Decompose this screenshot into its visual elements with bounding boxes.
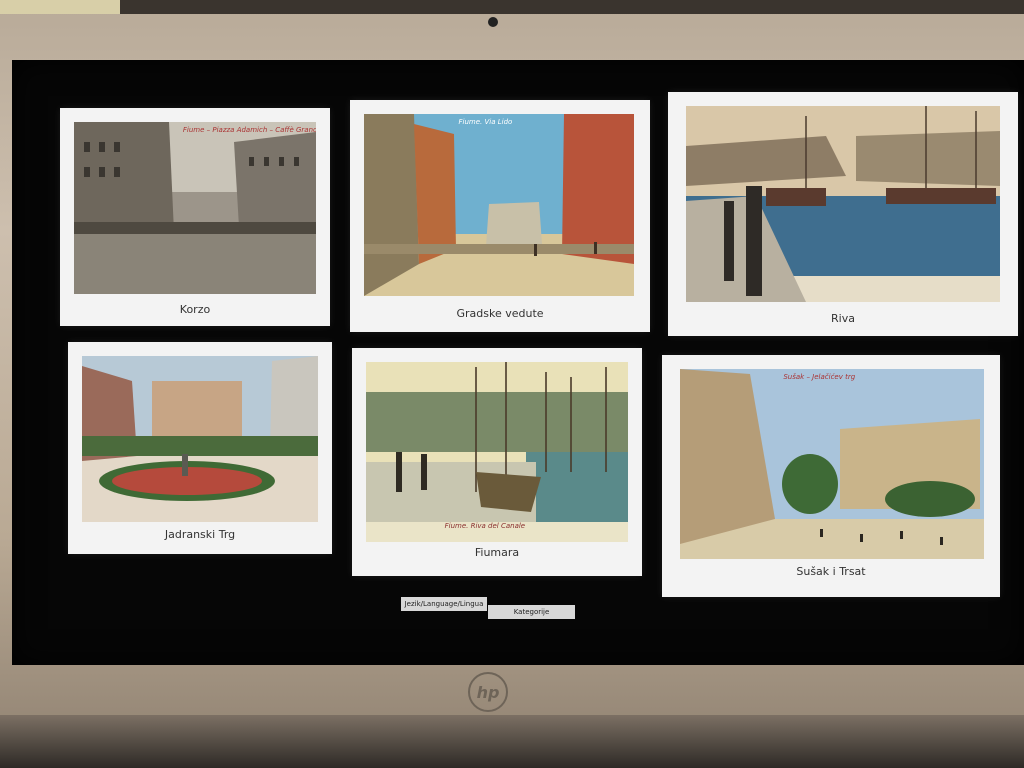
postcard-image [686,106,1000,302]
camera-icon [488,17,498,27]
top-strip [0,0,1024,14]
postcard-title: Fiume – Piazza Adamich – Caffè Grande [182,126,316,134]
card-fiumara[interactable]: Fiume. Riva del Canale Fiumara [352,348,642,576]
card-caption: Fiumara [474,546,520,559]
bezel-bottom [0,715,1024,768]
card-caption: Jadranski Trg [164,528,236,541]
card-gradske-vedute[interactable]: Fiume. Via Lido Gradske vedute [350,100,650,332]
card-korzo[interactable]: Fiume – Piazza Adamich – Caffè Grande Ko… [60,108,330,326]
postcard-title: Fiume. Riva del Canale [444,522,526,530]
card-caption: Riva [831,312,855,325]
postcard-image: Fiume – Piazza Adamich – Caffè Grande [74,122,316,294]
card-susak-i-trsat[interactable]: Sušak – Jelačićev trg Sušak i Trsat [662,355,1000,597]
card-caption: Korzo [179,303,211,316]
card-caption: Gradske vedute [456,307,544,320]
language-button[interactable]: Jezik/Language/Lingua [401,597,487,611]
card-caption: Sušak i Trsat [796,565,866,578]
hp-logo-icon: hp [468,672,508,712]
categories-button[interactable]: Kategorije [488,605,575,619]
card-jadranski-trg[interactable]: Jadranski Trg [68,342,332,554]
card-riva[interactable]: Riva [668,92,1018,336]
postcard-image: Fiume. Riva del Canale [366,362,628,542]
postcard-image: Fiume. Via Lido [364,114,634,296]
postcard-image: Sušak – Jelačićev trg [680,369,984,559]
postcard-title: Sušak – Jelačićev trg [783,373,856,381]
postcard-image [82,356,318,522]
postcard-title: Fiume. Via Lido [458,118,513,126]
